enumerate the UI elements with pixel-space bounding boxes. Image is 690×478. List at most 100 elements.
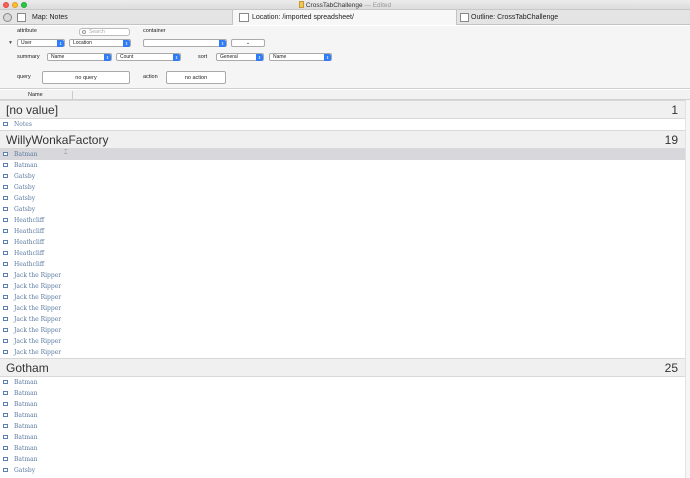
document-icon: [298, 1, 304, 8]
window-title: CrossTabChallenge — Edited: [0, 1, 690, 9]
note-row[interactable]: Heathcliff: [0, 248, 685, 259]
note-row[interactable]: Batman: [0, 410, 685, 421]
note-icon: [3, 122, 8, 126]
note-row[interactable]: Gatsby: [0, 193, 685, 204]
attribute-popup[interactable]: User ⇕: [17, 39, 65, 47]
note-row[interactable]: Gatsby: [0, 465, 685, 476]
container-label: container: [143, 28, 166, 34]
group-header[interactable]: [no value] 1: [0, 100, 685, 119]
group-name: [no value]: [6, 103, 59, 117]
note-icon: [3, 435, 8, 439]
note-icon: [3, 229, 8, 233]
container-popup[interactable]: ⇕: [143, 39, 227, 47]
note-row[interactable]: Jack the Ripper: [0, 270, 685, 281]
note-name: Jack the Ripper: [14, 326, 62, 334]
note-icon: [3, 468, 8, 472]
note-row[interactable]: Batman: [0, 160, 685, 171]
sort-field-popup[interactable]: Name ⇕: [269, 53, 332, 61]
column-header[interactable]: Name: [0, 90, 690, 100]
note-row[interactable]: Heathcliff: [0, 259, 685, 270]
column-divider[interactable]: [72, 91, 73, 99]
text-cursor-icon: ⌶: [64, 150, 68, 156]
note-name: Heathcliff: [14, 260, 45, 268]
note-row[interactable]: Batman: [0, 454, 685, 465]
note-icon: [3, 413, 8, 417]
note-name: Heathcliff: [14, 238, 45, 246]
note-icon: [3, 196, 8, 200]
search-field[interactable]: Search: [79, 28, 130, 36]
sort-popup[interactable]: General ⇕: [216, 53, 264, 61]
note-icon: [3, 328, 8, 332]
note-row[interactable]: Batman: [0, 388, 685, 399]
name-column-header[interactable]: Name: [28, 92, 43, 98]
note-name: Notes: [14, 120, 32, 128]
summary-popup[interactable]: Name ⇕: [47, 53, 112, 61]
close-tab-icon[interactable]: [3, 13, 12, 22]
note-row[interactable]: Jack the Ripper: [0, 325, 685, 336]
tab-outline[interactable]: Outline: CrossTabChallenge: [457, 10, 690, 25]
note-row[interactable]: Jack the Ripper: [0, 347, 685, 358]
note-row[interactable]: Jack the Ripper: [0, 336, 685, 347]
note-row[interactable]: Batman: [0, 443, 685, 454]
attribute-browser-icon: [239, 13, 249, 22]
note-icon: [3, 284, 8, 288]
note-row[interactable]: Batman ⌶: [0, 149, 685, 160]
note-row[interactable]: Jack the Ripper: [0, 281, 685, 292]
note-row[interactable]: Batman: [0, 377, 685, 388]
note-name: Gatsby: [14, 172, 36, 180]
popup-arrow-icon: ⇕: [324, 54, 331, 61]
note-row[interactable]: Heathcliff: [0, 226, 685, 237]
note-name: Heathcliff: [14, 216, 45, 224]
note-name: Batman: [14, 444, 38, 452]
note-row[interactable]: Gatsby: [0, 171, 685, 182]
note-icon: [3, 424, 8, 428]
note-name: Jack the Ripper: [14, 271, 62, 279]
note-row[interactable]: Batman: [0, 421, 685, 432]
disclosure-triangle-icon[interactable]: ▼: [8, 40, 13, 46]
note-name: Batman: [14, 400, 38, 408]
note-icon: [3, 207, 8, 211]
summary-operator-popup[interactable]: Count ⇕: [116, 53, 181, 61]
note-icon: [3, 306, 8, 310]
note-row[interactable]: Batman: [0, 399, 685, 410]
note-name: Gatsby: [14, 205, 36, 213]
container-options-popup[interactable]: ⌄: [231, 39, 265, 47]
query-label: query: [17, 74, 31, 80]
note-icon: [3, 251, 8, 255]
note-icon: [3, 273, 8, 277]
note-name: Jack the Ripper: [14, 282, 62, 290]
note-row[interactable]: Jack the Ripper: [0, 292, 685, 303]
query-button[interactable]: no query: [42, 71, 130, 84]
group-header[interactable]: Gotham 25: [0, 358, 685, 377]
note-name: Jack the Ripper: [14, 293, 62, 301]
tab-map-notes[interactable]: Map: Notes: [0, 10, 233, 25]
group-header[interactable]: WillyWonkaFactory 19: [0, 130, 685, 149]
note-name: Gatsby: [14, 194, 36, 202]
vertical-scrollbar[interactable]: [685, 100, 690, 478]
note-row[interactable]: Jack the Ripper: [0, 303, 685, 314]
action-button[interactable]: no action: [166, 71, 226, 84]
tab-location[interactable]: Location: /imported spreadsheet/: [233, 10, 457, 25]
note-row[interactable]: Notes: [0, 119, 685, 130]
note-name: Batman: [14, 411, 38, 419]
summary-label: summary: [17, 54, 40, 60]
attribute2-popup[interactable]: Location ⇕: [69, 39, 131, 47]
note-row[interactable]: Jack the Ripper: [0, 314, 685, 325]
action-label: action: [143, 74, 158, 80]
note-name: Batman: [14, 389, 38, 397]
note-icon: [3, 317, 8, 321]
popup-arrow-icon: ⇕: [173, 54, 180, 61]
note-name: Batman: [14, 150, 38, 158]
title-bar: CrossTabChallenge — Edited: [0, 0, 690, 10]
popup-arrow-icon: ⇕: [104, 54, 111, 61]
note-row[interactable]: Batman: [0, 432, 685, 443]
note-icon: [3, 185, 8, 189]
note-row[interactable]: Gatsby: [0, 182, 685, 193]
group-count: 19: [664, 133, 678, 147]
note-icon: [3, 402, 8, 406]
tab-bar: Map: Notes Location: /imported spreadshe…: [0, 10, 690, 25]
note-row[interactable]: Heathcliff: [0, 215, 685, 226]
note-row[interactable]: Gatsby: [0, 204, 685, 215]
note-row[interactable]: Heathcliff: [0, 237, 685, 248]
group-name: WillyWonkaFactory: [6, 133, 109, 147]
